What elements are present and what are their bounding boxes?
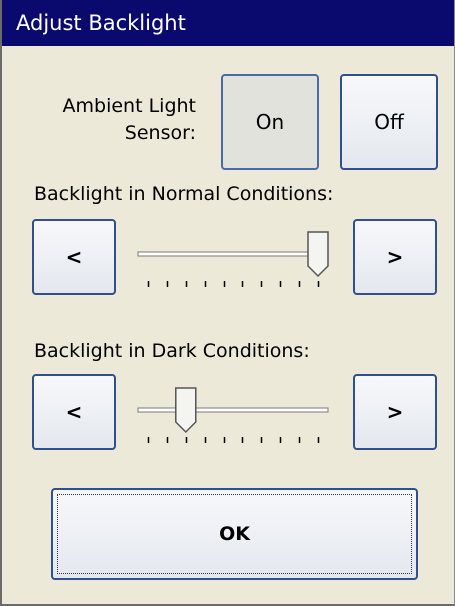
normal-conditions-label: Backlight in Normal Conditions: bbox=[34, 183, 334, 205]
ambient-light-sensor-label-text: Ambient Light Sensor: bbox=[62, 95, 196, 144]
slider-track bbox=[137, 407, 329, 413]
slider-thumb[interactable] bbox=[307, 231, 329, 278]
dark-conditions-label: Backlight in Dark Conditions: bbox=[34, 340, 310, 362]
dialog-title: Adjust Backlight bbox=[2, 0, 454, 46]
normal-backlight-slider[interactable] bbox=[136, 218, 332, 298]
slider-thumb[interactable] bbox=[175, 387, 197, 434]
sensor-on-button[interactable]: On bbox=[221, 74, 319, 170]
dark-backlight-slider[interactable] bbox=[136, 374, 332, 454]
normal-decrease-button[interactable]: < bbox=[32, 219, 116, 295]
sensor-off-button[interactable]: Off bbox=[340, 74, 438, 170]
slider-track bbox=[137, 251, 329, 257]
ok-button[interactable]: OK bbox=[51, 488, 418, 580]
dark-decrease-button[interactable]: < bbox=[32, 374, 116, 450]
ambient-light-sensor-label: Ambient Light Sensor: bbox=[22, 93, 196, 147]
normal-increase-button[interactable]: > bbox=[353, 219, 437, 295]
slider-graphic bbox=[137, 387, 329, 443]
adjust-backlight-dialog: Adjust Backlight Ambient Light Sensor: O… bbox=[0, 0, 455, 606]
dark-increase-button[interactable]: > bbox=[353, 374, 437, 450]
slider-graphic bbox=[137, 231, 329, 287]
